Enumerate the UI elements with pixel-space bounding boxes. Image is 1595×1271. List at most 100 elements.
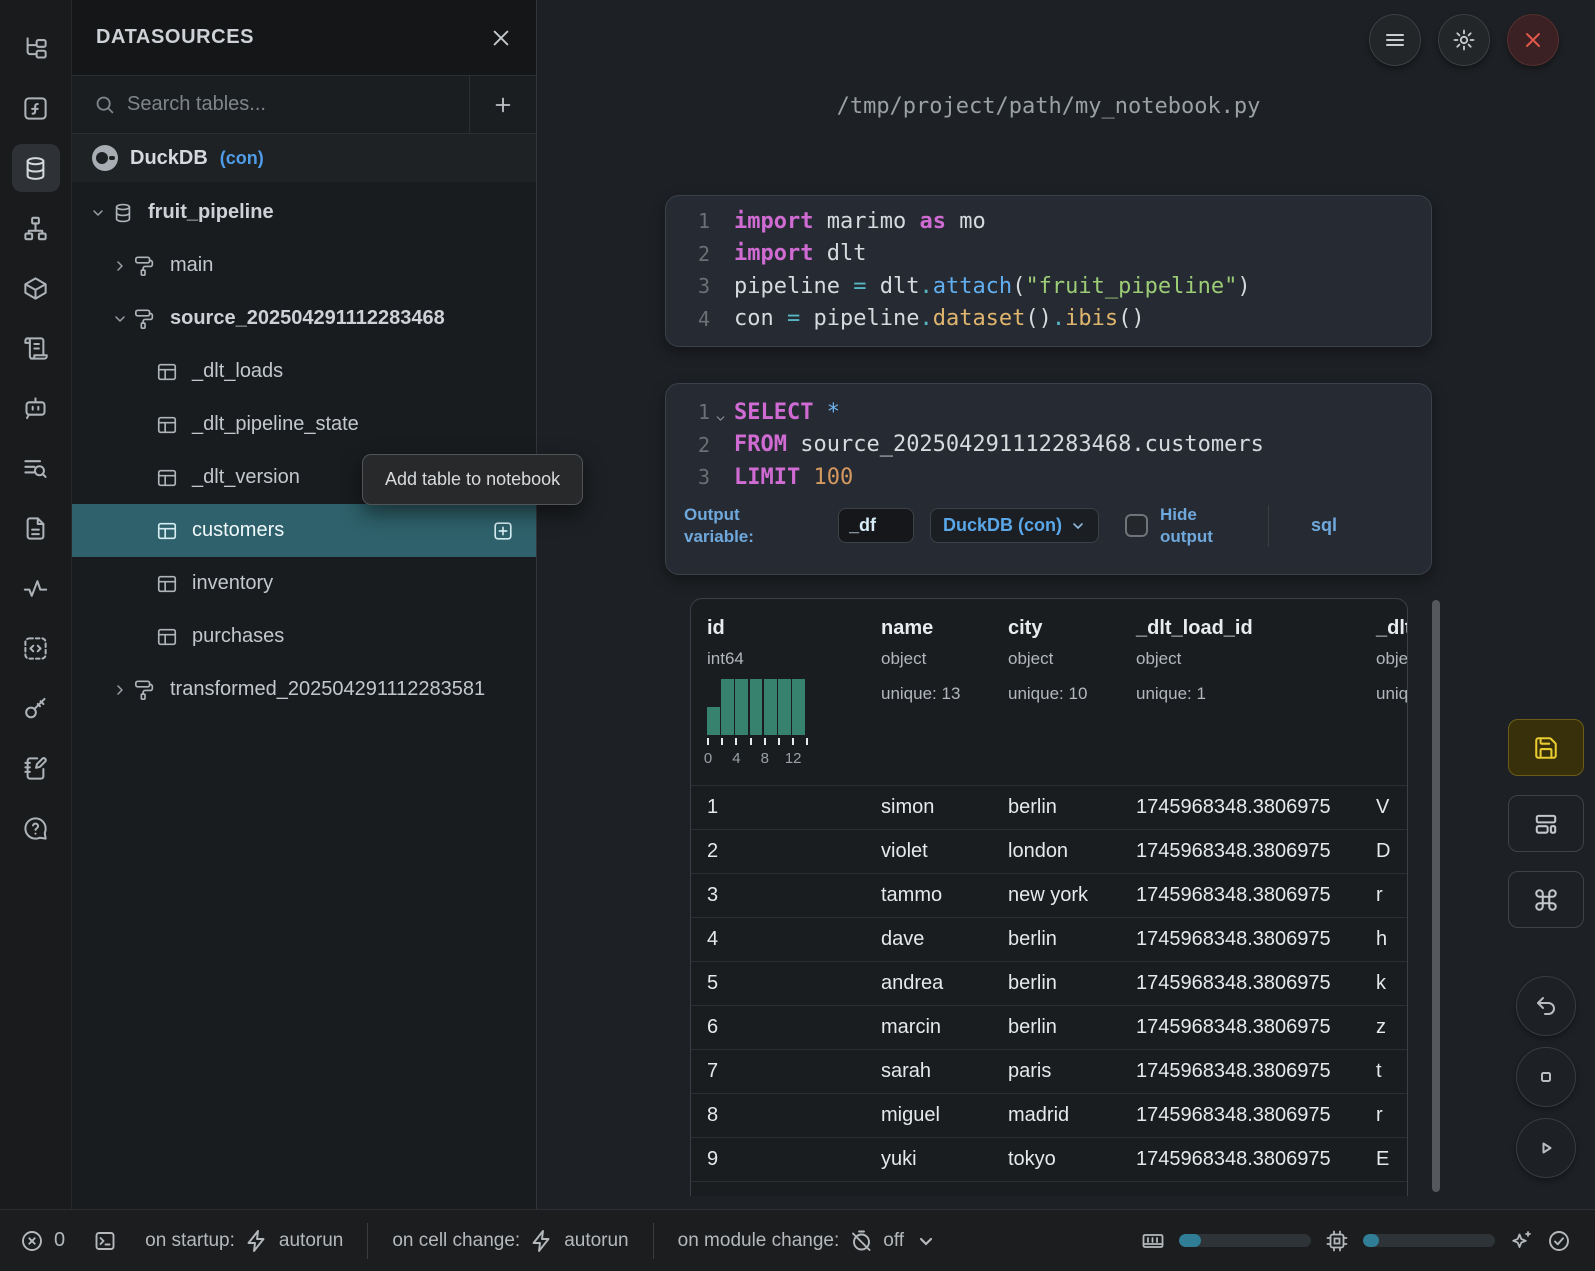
notebook-main: /tmp/project/path/my_notebook.py 1import…	[537, 0, 1595, 1209]
cell: h	[1360, 928, 1408, 951]
close-app-button[interactable]	[1507, 14, 1559, 66]
column-header-_dlt_id[interactable]: _dlt_idobjectunique: 13	[1360, 617, 1408, 785]
sidebar-file-text-icon[interactable]	[12, 504, 60, 552]
sidebar-notebook-pen-icon[interactable]	[12, 744, 60, 792]
tree-item-source_202504291112283468[interactable]: source_202504291112283468	[72, 292, 536, 345]
code-line[interactable]: 2import dlt	[666, 238, 1431, 271]
sidebar-network-icon[interactable]	[12, 204, 60, 252]
cell: 1745968348.3806975	[1120, 1016, 1360, 1039]
duckdb-engine-row[interactable]: DuckDB (con)	[72, 134, 536, 182]
hide-output-checkbox[interactable]	[1125, 514, 1148, 537]
shortcuts-button[interactable]	[1508, 871, 1584, 928]
tree-item-main[interactable]: main	[72, 239, 536, 292]
search-box[interactable]	[72, 76, 469, 133]
stop-icon	[1534, 1065, 1558, 1089]
on-cell-change-setting[interactable]: on cell change: autorun	[392, 1229, 628, 1253]
tree-item-_dlt_loads[interactable]: _dlt_loads	[72, 345, 536, 398]
sidebar-database-icon[interactable]	[12, 144, 60, 192]
column-header-city[interactable]: cityobjectunique: 10	[992, 617, 1120, 785]
result-table[interactable]: idint6404812nameobjectunique: 13cityobje…	[690, 598, 1408, 1196]
search-input[interactable]	[127, 93, 469, 116]
table-row[interactable]: 2violetlondon1745968348.3806975D	[691, 829, 1407, 873]
chevron-right-icon[interactable]	[112, 258, 134, 274]
vertical-scrollbar[interactable]	[1432, 600, 1440, 1192]
layout-button[interactable]	[1508, 795, 1584, 852]
check-circle-icon[interactable]	[1547, 1229, 1571, 1253]
sidebar-function-square-icon[interactable]	[12, 84, 60, 132]
notebook-path[interactable]: /tmp/project/path/my_notebook.py	[665, 94, 1432, 119]
table-icon	[156, 361, 178, 383]
tree-item-purchases[interactable]: purchases	[72, 610, 536, 663]
duckdb-logo	[92, 145, 118, 171]
sidebar-list-search-icon[interactable]	[12, 444, 60, 492]
id-histogram: 04812	[707, 679, 833, 767]
add-table-to-notebook-icon[interactable]	[492, 520, 514, 542]
table-row[interactable]: 9yukitokyo1745968348.3806975E	[691, 1137, 1407, 1181]
table-row[interactable]: 4daveberlin1745968348.3806975h	[691, 917, 1407, 961]
tree-item-customers[interactable]: customers	[72, 504, 536, 557]
circle-x-icon	[20, 1229, 44, 1253]
code-cell-sql[interactable]: 1SELECT *2FROM source_202504291112283468…	[665, 383, 1432, 575]
menu-button[interactable]	[1369, 14, 1421, 66]
chevron-down-icon[interactable]	[90, 205, 112, 221]
table-row-partial	[691, 1181, 1407, 1196]
run-button[interactable]	[1516, 1118, 1576, 1178]
column-header-name[interactable]: nameobjectunique: 13	[865, 617, 992, 785]
ai-sparkle-icon[interactable]	[1509, 1229, 1533, 1253]
engine-dropdown-value: DuckDB (con)	[943, 515, 1062, 536]
tree-item-inventory[interactable]: inventory	[72, 557, 536, 610]
tree-item-fruit_pipeline[interactable]: fruit_pipeline	[72, 186, 536, 239]
cell: 3	[691, 884, 865, 907]
table-row[interactable]: 3tammonew york1745968348.3806975r	[691, 873, 1407, 917]
code-line[interactable]: 4con = pipeline.dataset().ibis()	[666, 303, 1431, 336]
table-row[interactable]: 8miguelmadrid1745968348.3806975r	[691, 1093, 1407, 1137]
table-row[interactable]: 5andreaberlin1745968348.3806975k	[691, 961, 1407, 1005]
chevron-down-icon[interactable]	[112, 311, 134, 327]
output-variable-input[interactable]	[838, 508, 914, 543]
tree-item-_dlt_pipeline_state[interactable]: _dlt_pipeline_state	[72, 398, 536, 451]
code-line[interactable]: 1import marimo as mo	[666, 205, 1431, 238]
sidebar-scroll-icon[interactable]	[12, 324, 60, 372]
sidebar-help-circle-icon[interactable]	[12, 804, 60, 852]
cell: 1745968348.3806975	[1120, 1148, 1360, 1171]
on-module-change-setting[interactable]: on module change: off	[678, 1229, 938, 1253]
engine-dropdown[interactable]: DuckDB (con)	[930, 508, 1099, 543]
sql-output-bar: Output variable: DuckDB (con) Hide outpu…	[666, 504, 1431, 548]
error-indicator[interactable]: 0	[20, 1229, 65, 1253]
sidebar-file-tree-icon[interactable]	[12, 24, 60, 72]
chevron-right-icon[interactable]	[112, 682, 134, 698]
sidebar-package-icon[interactable]	[12, 264, 60, 312]
save-button[interactable]	[1508, 719, 1584, 776]
terminal-button[interactable]	[93, 1229, 117, 1253]
terminal-icon	[93, 1229, 117, 1253]
column-header-_dlt_load_id[interactable]: _dlt_load_idobjectunique: 1	[1120, 617, 1360, 785]
sidebar-code-square-icon[interactable]	[12, 624, 60, 672]
line-number: 2	[666, 433, 710, 457]
on-startup-setting[interactable]: on startup: autorun	[145, 1229, 343, 1253]
undo-button[interactable]	[1516, 976, 1576, 1036]
code-line[interactable]: 2FROM source_202504291112283468.customer…	[666, 429, 1431, 462]
close-panel-icon[interactable]	[490, 27, 512, 49]
table-row[interactable]: 6marcinberlin1745968348.3806975z	[691, 1005, 1407, 1049]
engine-name: DuckDB	[130, 147, 208, 170]
sidebar-activity-icon[interactable]	[12, 564, 60, 612]
tree-item-label: main	[170, 254, 213, 277]
table-row[interactable]: 7sarahparis1745968348.3806975t	[691, 1049, 1407, 1093]
code-line[interactable]: 1SELECT *	[666, 396, 1431, 429]
stop-button[interactable]	[1516, 1047, 1576, 1107]
code-line[interactable]: 3LIMIT 100	[666, 461, 1431, 494]
cell: 1745968348.3806975	[1120, 1104, 1360, 1127]
column-header-id[interactable]: idint6404812	[691, 617, 865, 785]
settings-button[interactable]	[1438, 14, 1490, 66]
code-cell-python[interactable]: 1import marimo as mo2import dlt3pipeline…	[665, 195, 1432, 347]
table-icon	[156, 573, 178, 595]
add-datasource-button[interactable]	[469, 76, 536, 133]
zap-icon	[530, 1229, 554, 1253]
table-row[interactable]: 1simonberlin1745968348.3806975V	[691, 785, 1407, 829]
code-line[interactable]: 3pipeline = dlt.attach("fruit_pipeline")	[666, 270, 1431, 303]
tree-item-transformed_202504291112283581[interactable]: transformed_202504291112283581	[72, 663, 536, 716]
fold-chevron-icon[interactable]	[714, 406, 727, 431]
sidebar-bot-icon[interactable]	[12, 384, 60, 432]
sidebar-key-icon[interactable]	[12, 684, 60, 732]
cell: 7	[691, 1060, 865, 1083]
